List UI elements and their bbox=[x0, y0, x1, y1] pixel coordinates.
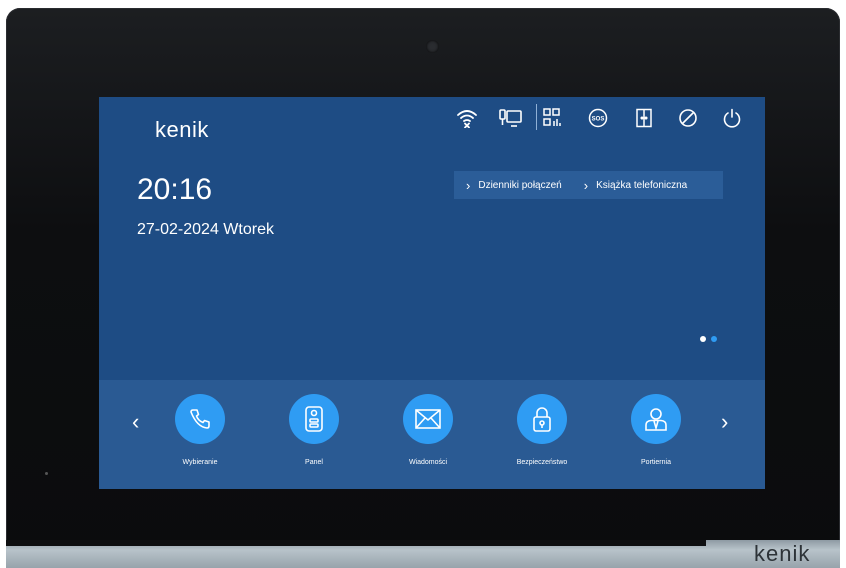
lock-icon bbox=[517, 394, 567, 444]
qr-signal-icon[interactable] bbox=[541, 107, 563, 129]
panel-button[interactable]: Panel bbox=[264, 394, 364, 466]
home-screen: kenik 20:16 27-02-2024 Wtorek SOS › Dzie… bbox=[99, 97, 765, 489]
quick-links: › Dzienniki połączeń › Książka telefonic… bbox=[454, 171, 723, 199]
door-station-icon bbox=[289, 394, 339, 444]
phonebook-link[interactable]: › Książka telefoniczna bbox=[562, 178, 688, 193]
security-label: Bezpieczeństwo bbox=[516, 459, 568, 466]
sos-icon[interactable]: SOS bbox=[586, 107, 610, 129]
wifi-off-icon[interactable] bbox=[454, 107, 480, 129]
screen-logo: kenik bbox=[155, 117, 209, 142]
call-log-label: Dzienniki połączeń bbox=[478, 179, 562, 191]
door-icon[interactable] bbox=[632, 107, 656, 129]
concierge-button[interactable]: Portiernia bbox=[606, 394, 706, 466]
device-brand-logo: kenik bbox=[754, 541, 811, 566]
panel-label: Panel bbox=[305, 459, 323, 466]
phonebook-label: Książka telefoniczna bbox=[596, 179, 688, 191]
chevron-right-icon: › bbox=[466, 177, 471, 193]
dial-label: Wybieranie bbox=[182, 459, 218, 466]
phone-icon bbox=[175, 394, 225, 444]
microphone-hole bbox=[45, 472, 48, 475]
concierge-icon bbox=[631, 394, 681, 444]
chevron-right-icon: › bbox=[583, 177, 589, 193]
chevron-right-icon[interactable]: › bbox=[721, 409, 728, 435]
chevron-left-icon[interactable]: ‹ bbox=[132, 409, 139, 435]
concierge-label: Portiernia bbox=[641, 459, 671, 466]
page-dot-active[interactable] bbox=[700, 336, 706, 342]
security-button[interactable]: Bezpieczeństwo bbox=[492, 394, 592, 466]
clock-date: 27-02-2024 Wtorek bbox=[137, 221, 274, 238]
svg-text:SOS: SOS bbox=[592, 117, 605, 123]
envelope-icon bbox=[403, 394, 453, 444]
camera-lens bbox=[426, 40, 439, 53]
device-bottom-edge bbox=[6, 540, 706, 546]
power-icon[interactable] bbox=[720, 107, 744, 129]
do-not-disturb-icon[interactable] bbox=[676, 107, 700, 129]
intercom-icon[interactable] bbox=[497, 107, 525, 129]
clock-time: 20:16 bbox=[137, 173, 213, 206]
messages-label: Wiadomości bbox=[408, 459, 448, 466]
dial-button[interactable]: Wybieranie bbox=[150, 394, 250, 466]
status-divider bbox=[536, 104, 537, 130]
call-log-link[interactable]: › Dzienniki połączeń bbox=[454, 178, 562, 193]
messages-button[interactable]: Wiadomości bbox=[378, 394, 478, 466]
page-dot[interactable] bbox=[711, 336, 717, 342]
